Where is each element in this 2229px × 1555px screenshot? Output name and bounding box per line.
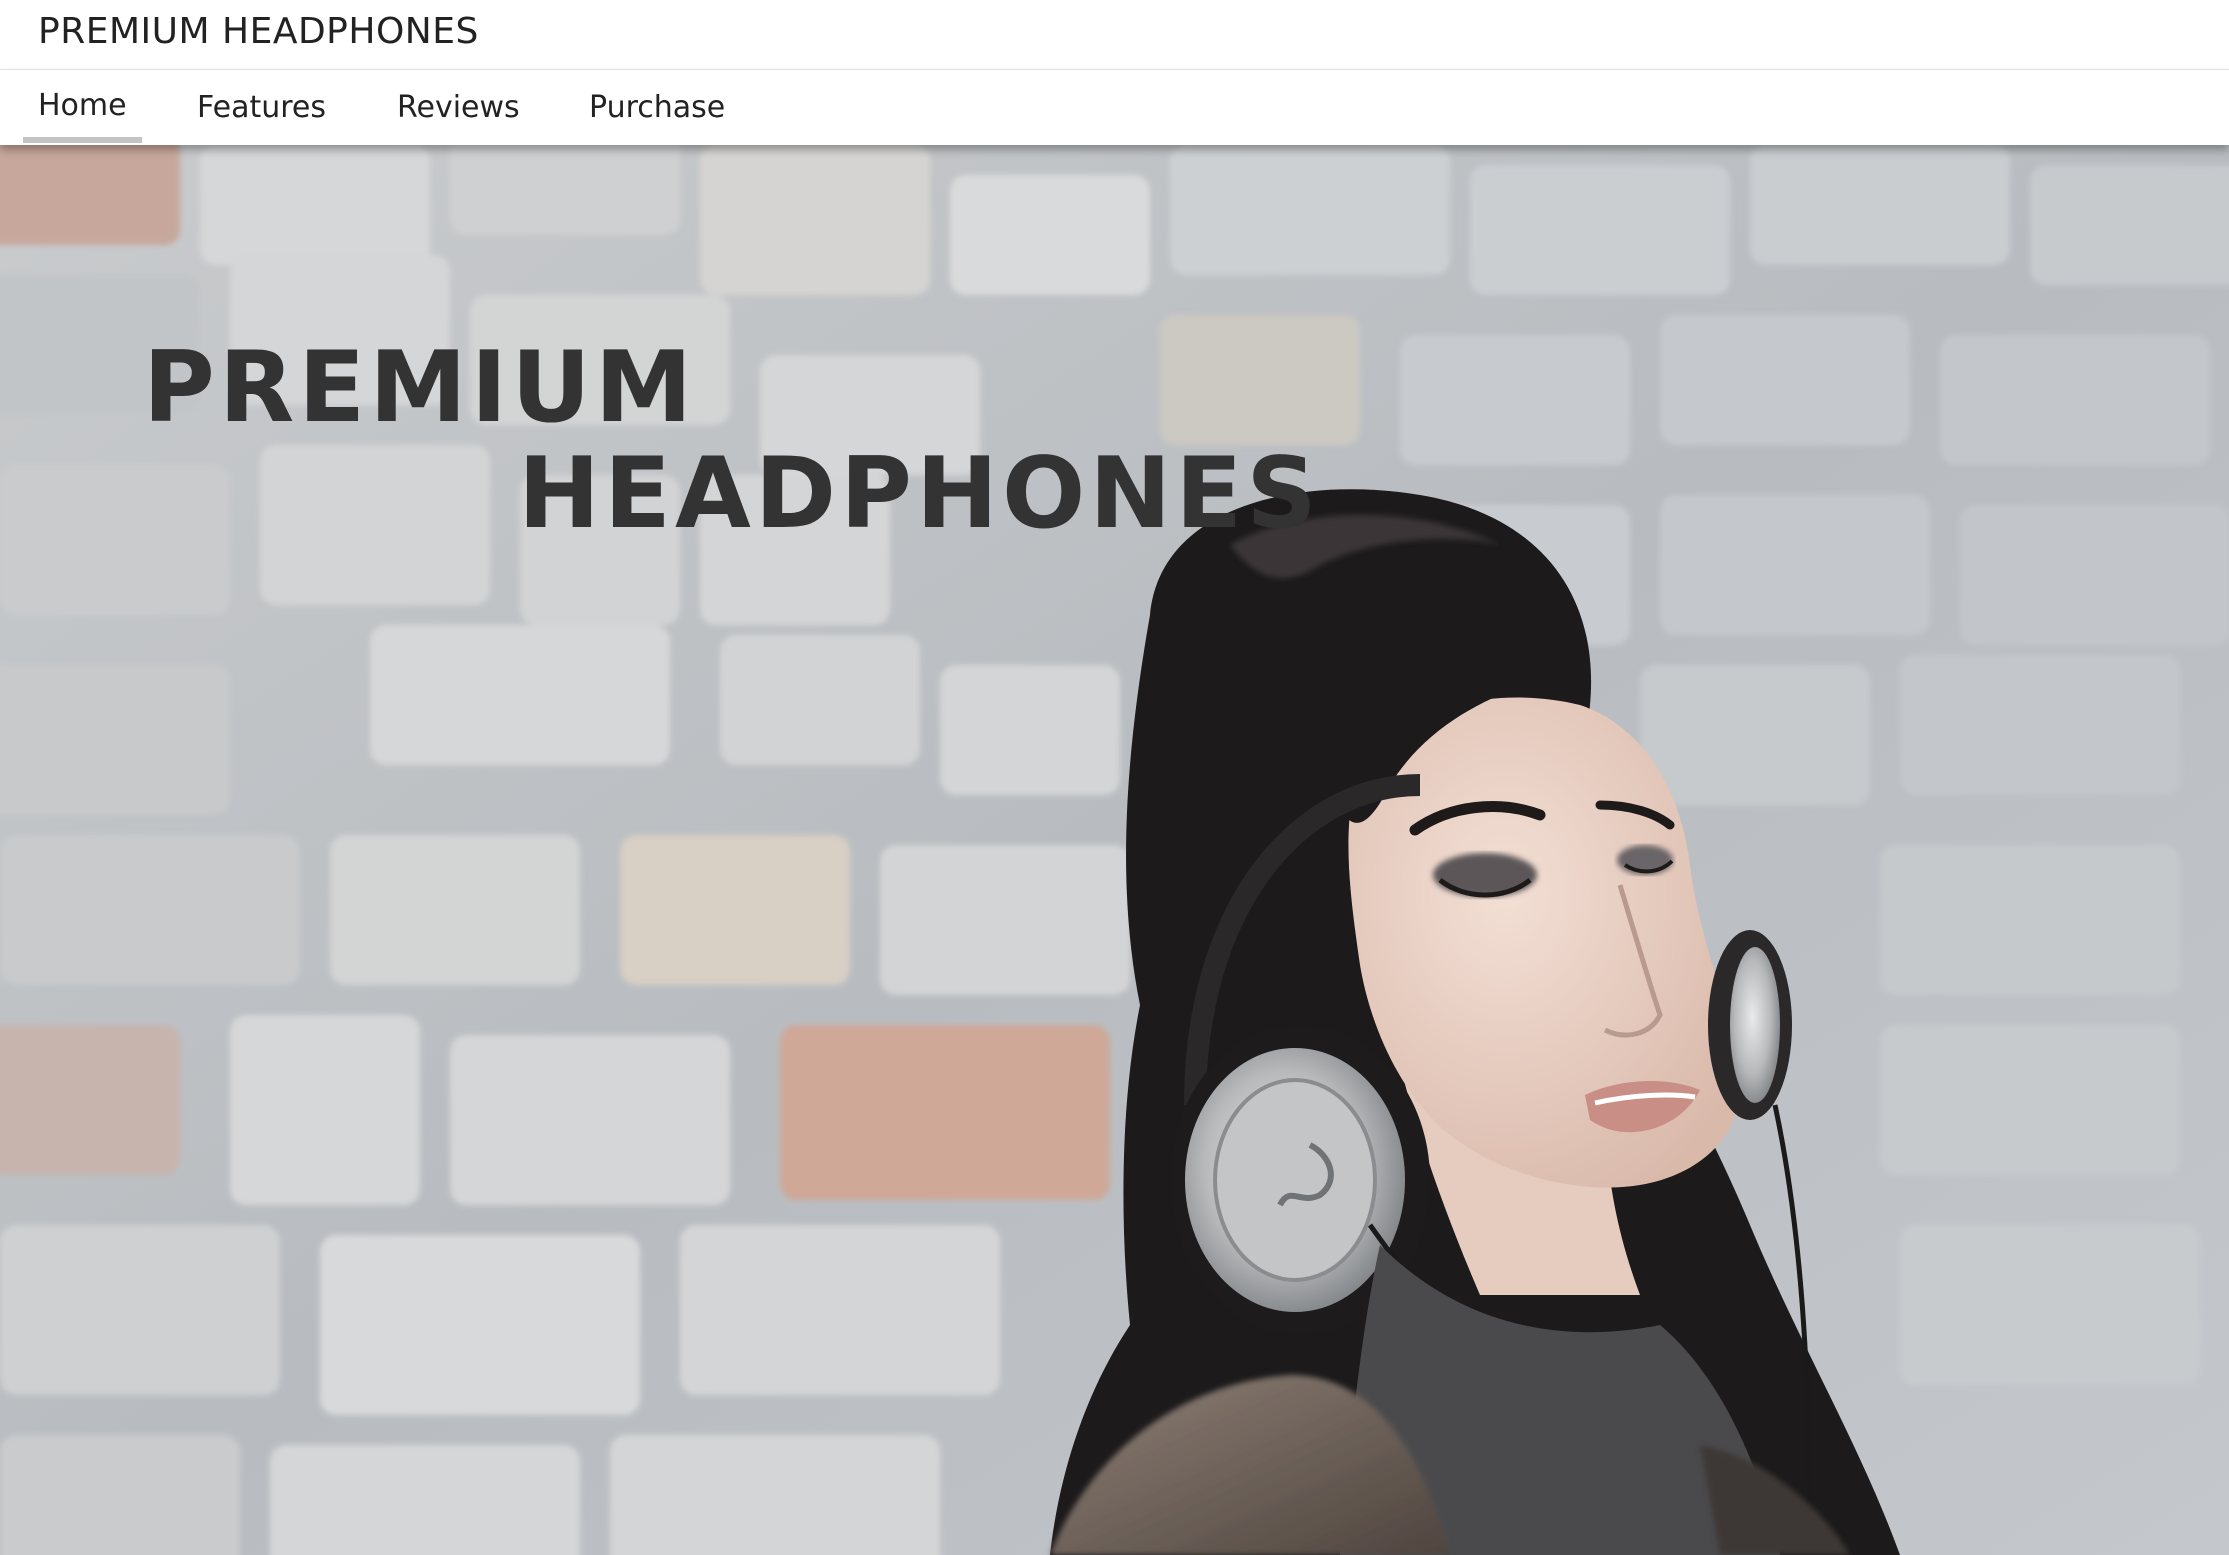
nav-item-label: Purchase — [589, 90, 726, 125]
woman-with-headphones-photo — [0, 145, 2229, 1555]
active-tab-indicator — [23, 137, 142, 143]
top-header: PREMIUM HEADPHONES — [0, 0, 2229, 70]
site-brand[interactable]: PREMIUM HEADPHONES — [38, 10, 479, 54]
nav-item-label: Reviews — [397, 90, 520, 125]
nav-item-home[interactable]: Home — [23, 70, 142, 145]
hero-section: PREMIUM HEADPHONES — [0, 145, 2229, 1555]
nav-item-label: Home — [38, 88, 127, 123]
nav-item-reviews[interactable]: Reviews — [397, 70, 520, 145]
nav-item-features[interactable]: Features — [197, 70, 326, 145]
nav-item-purchase[interactable]: Purchase — [589, 70, 725, 145]
nav-item-label: Features — [197, 90, 326, 125]
main-nav: Home Features Reviews Purchase — [0, 70, 2229, 145]
